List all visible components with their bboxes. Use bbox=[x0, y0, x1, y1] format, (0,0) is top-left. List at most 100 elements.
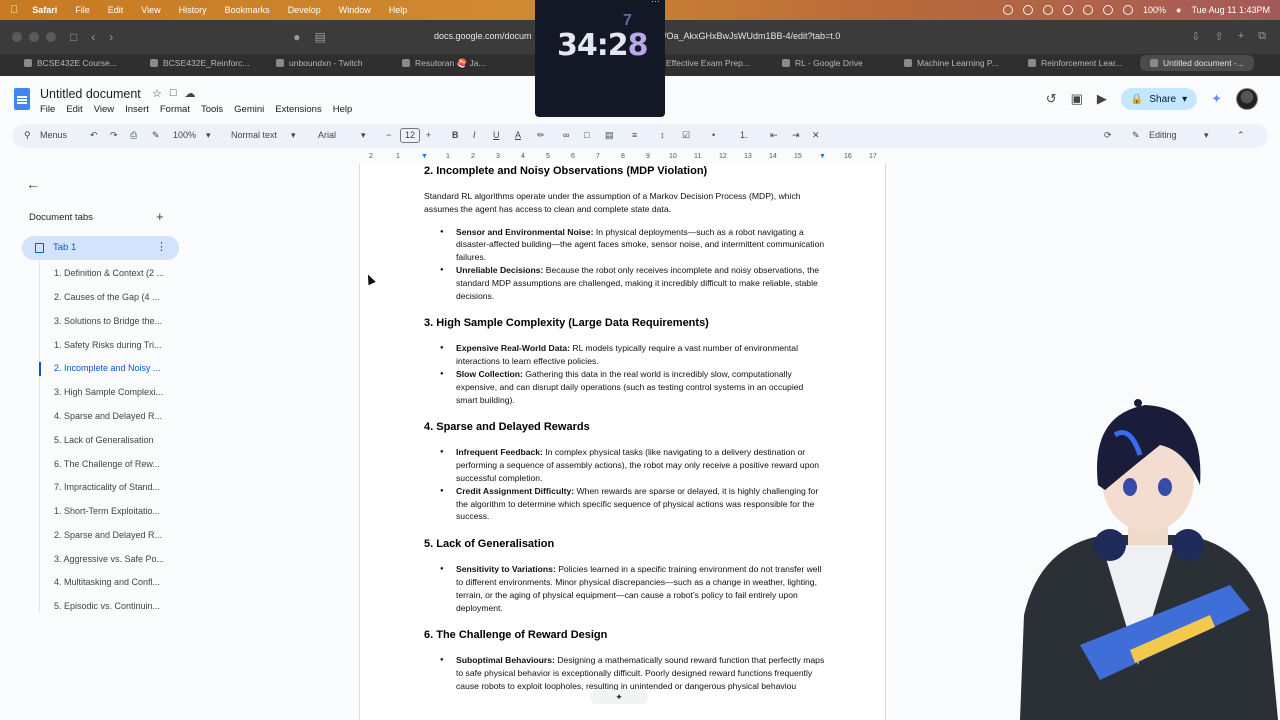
search-icon[interactable] bbox=[1122, 5, 1133, 15]
reader-icon[interactable]: ▤ bbox=[315, 30, 326, 44]
document-body[interactable]: 2. Incomplete and Noisy Observations (MD… bbox=[424, 164, 826, 707]
highlight-icon[interactable]: ✏ bbox=[537, 130, 545, 141]
clear-formatting-icon[interactable]: ✕ bbox=[812, 130, 820, 141]
extension-icon[interactable]: ● bbox=[293, 30, 300, 44]
browser-tab[interactable]: Machine Learning P... bbox=[904, 58, 999, 68]
avatar[interactable] bbox=[1236, 88, 1258, 110]
meet-icon[interactable]: ▶ bbox=[1097, 91, 1107, 107]
headphones-icon[interactable] bbox=[1102, 5, 1113, 15]
comments-icon[interactable]: ▣ bbox=[1071, 91, 1083, 107]
wifi-icon[interactable]: ● bbox=[1176, 5, 1181, 15]
increase-font-icon[interactable]: + bbox=[426, 130, 431, 140]
docs-menu-view[interactable]: View bbox=[94, 104, 114, 115]
menu-history[interactable]: History bbox=[179, 5, 207, 15]
paint-format-icon[interactable]: ✎ bbox=[152, 130, 160, 141]
gemini-icon[interactable]: ✦ bbox=[1211, 91, 1222, 107]
chevron-down-icon[interactable]: ▾ bbox=[1204, 130, 1209, 141]
pencil-icon[interactable]: ✎ bbox=[1132, 130, 1140, 141]
menus-search[interactable]: Menus bbox=[40, 130, 67, 140]
outline-item[interactable]: 3. High Sample Complexi... bbox=[54, 387, 163, 397]
font-select[interactable]: Arial bbox=[318, 130, 336, 140]
menu-edit[interactable]: Edit bbox=[108, 5, 124, 15]
outline-item[interactable]: 6. The Challenge of Rew... bbox=[54, 459, 160, 469]
docs-menu-help[interactable]: Help bbox=[333, 104, 353, 115]
browser-tab[interactable]: Effective Exam Prep... bbox=[666, 58, 750, 68]
forward-icon[interactable]: › bbox=[109, 30, 113, 44]
new-tab-icon[interactable]: + bbox=[1238, 30, 1244, 43]
menu-app-name[interactable]: Safari bbox=[32, 5, 57, 15]
outline-item[interactable]: 5. Lack of Generalisation bbox=[54, 435, 154, 445]
status-icon[interactable] bbox=[1002, 5, 1013, 15]
tab-overview-icon[interactable]: ⧉ bbox=[1258, 30, 1266, 43]
browser-tab[interactable]: BCSE432E_Reinforc... bbox=[150, 58, 249, 68]
browser-tab[interactable]: Resutoran 🍣 Ja... bbox=[402, 58, 486, 69]
outline-item[interactable]: 4. Multitasking and Confl... bbox=[54, 577, 160, 587]
decrease-indent-icon[interactable]: ⇤ bbox=[770, 130, 778, 141]
docs-menu-gemini[interactable]: Gemini bbox=[234, 104, 264, 115]
chevron-down-icon[interactable]: ▾ bbox=[1182, 94, 1187, 105]
gemini-refresh-icon[interactable]: ⟳ bbox=[1104, 130, 1112, 141]
line-spacing-icon[interactable]: ↕ bbox=[660, 130, 665, 140]
more-vertical-icon[interactable]: ⋮ bbox=[156, 240, 167, 253]
align-icon[interactable]: ≡ bbox=[632, 130, 637, 140]
clock[interactable]: Tue Aug 11 1:43PM bbox=[1191, 5, 1270, 15]
history-icon[interactable]: ↺ bbox=[1046, 91, 1057, 107]
outline-item[interactable]: 3. Aggressive vs. Safe Po... bbox=[54, 554, 164, 564]
menu-develop[interactable]: Develop bbox=[288, 5, 321, 15]
gemini-spark-button[interactable]: ✦ bbox=[590, 690, 648, 704]
undo-icon[interactable]: ↶ bbox=[90, 130, 98, 141]
italic-icon[interactable]: I bbox=[473, 130, 476, 140]
docs-menu-file[interactable]: File bbox=[40, 104, 55, 115]
docs-menu-format[interactable]: Format bbox=[160, 104, 190, 115]
menu-window[interactable]: Window bbox=[339, 5, 371, 15]
back-icon[interactable]: ‹ bbox=[91, 30, 95, 44]
docs-menu-extensions[interactable]: Extensions bbox=[275, 104, 321, 115]
underline-icon[interactable]: U bbox=[493, 130, 500, 140]
editing-mode-select[interactable]: Editing bbox=[1149, 130, 1177, 140]
status-icon[interactable] bbox=[1062, 5, 1073, 15]
sidebar-toggle-icon[interactable]: □ bbox=[70, 30, 77, 44]
increase-indent-icon[interactable]: ⇥ bbox=[792, 130, 800, 141]
document-title[interactable]: Untitled document bbox=[40, 87, 141, 101]
menu-help[interactable]: Help bbox=[389, 5, 408, 15]
docs-logo-icon[interactable] bbox=[14, 88, 30, 110]
checklist-icon[interactable]: ☑ bbox=[682, 130, 690, 141]
search-icon[interactable]: ⚲ bbox=[24, 130, 31, 141]
back-arrow-icon[interactable]: ← bbox=[26, 176, 40, 192]
docs-menu-edit[interactable]: Edit bbox=[66, 104, 82, 115]
browser-tab[interactable]: RL - Google Drive bbox=[782, 58, 863, 68]
numbered-list-icon[interactable]: 1. bbox=[740, 130, 748, 140]
close-window-button[interactable] bbox=[12, 32, 22, 42]
link-icon[interactable]: ∞ bbox=[563, 130, 569, 140]
zoom-select[interactable]: 100% bbox=[173, 130, 196, 140]
browser-tab[interactable]: unboundxn - Twitch bbox=[276, 58, 363, 68]
docs-menu-tools[interactable]: Tools bbox=[201, 104, 223, 115]
add-tab-icon[interactable]: + bbox=[156, 209, 164, 224]
outline-item[interactable]: 2. Causes of the Gap (4 ... bbox=[54, 292, 160, 302]
menu-file[interactable]: File bbox=[75, 5, 90, 15]
chevron-down-icon[interactable]: ▾ bbox=[361, 130, 366, 141]
minimize-window-button[interactable] bbox=[29, 32, 39, 42]
status-icon[interactable] bbox=[1022, 5, 1033, 15]
address-bar-url[interactable]: docs.google.com/docum bbox=[434, 31, 532, 41]
move-folder-icon[interactable]: □ bbox=[170, 87, 177, 100]
browser-tab[interactable]: BCSE432E Course... bbox=[24, 58, 117, 68]
outline-item[interactable]: 4. Sparse and Delayed R... bbox=[54, 411, 162, 421]
outline-item[interactable]: 1. Definition & Context (2 ... bbox=[54, 268, 164, 278]
share-icon[interactable]: ⇧ bbox=[1214, 30, 1223, 43]
outline-item[interactable]: 2. Sparse and Delayed R... bbox=[54, 530, 162, 540]
outline-item[interactable]: 7. Impracticality of Stand... bbox=[54, 482, 160, 492]
document-page[interactable]: 2. Incomplete and Noisy Observations (MD… bbox=[359, 164, 886, 720]
bulleted-list-icon[interactable]: • bbox=[712, 130, 715, 140]
outline-item-active[interactable]: 2. Incomplete and Noisy ... bbox=[54, 363, 161, 373]
print-icon[interactable]: ⎙ bbox=[130, 130, 137, 141]
ruler[interactable]: 2 1 ▼ 1 2 3 4 5 6 7 8 9 10 11 12 13 14 1… bbox=[360, 150, 886, 164]
docs-menu-insert[interactable]: Insert bbox=[125, 104, 149, 115]
comment-icon[interactable]: □ bbox=[584, 130, 589, 140]
font-size-input[interactable]: 12 bbox=[400, 128, 420, 143]
indent-marker-icon[interactable]: ▼ bbox=[421, 153, 428, 160]
status-icon[interactable] bbox=[1042, 5, 1053, 15]
text-color-icon[interactable]: A bbox=[515, 130, 521, 140]
chevron-down-icon[interactable]: ▾ bbox=[291, 130, 296, 141]
outline-item[interactable]: 1. Short-Term Exploitatio... bbox=[54, 506, 160, 516]
